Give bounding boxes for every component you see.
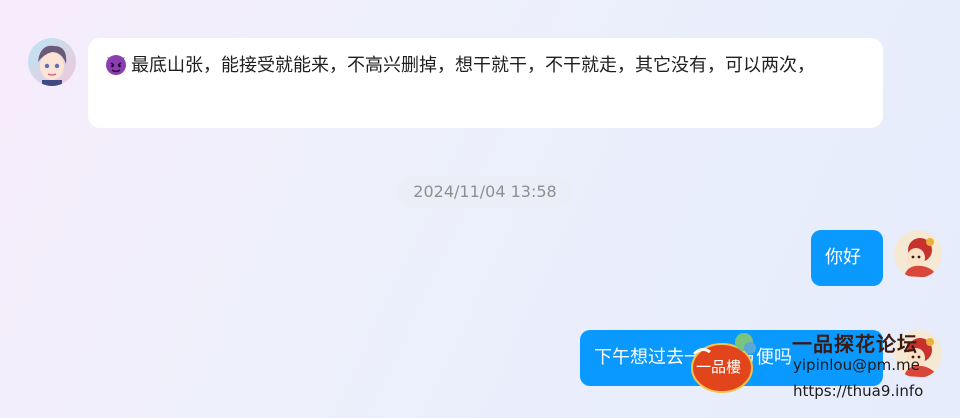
incoming-message-bubble[interactable]: 最底山张，能接受就能来，不高兴删掉，想干就干，不干就走，其它没有，可以两次， — [88, 38, 883, 128]
devil-emoji-icon — [106, 55, 126, 75]
message-timestamp: 2024/11/04 13:58 — [397, 176, 573, 208]
user-avatar[interactable] — [894, 230, 942, 278]
watermark-url: https://thua9.info — [793, 382, 924, 400]
watermark-title: 一品探花论坛 — [792, 332, 918, 356]
svg-text:一品樓: 一品樓 — [696, 358, 741, 376]
incoming-message-text: 最底山张，能接受就能来，不高兴删掉，想干就干，不干就走，其它没有，可以两次， — [131, 55, 815, 76]
outgoing-message-text: 你好 — [825, 247, 861, 268]
watermark-logo-icon: 一品樓 — [691, 333, 756, 393]
outgoing-message-bubble[interactable]: 你好 — [811, 230, 883, 286]
contact-avatar[interactable] — [28, 38, 76, 86]
watermark: 一品樓 一品探花论坛 yipinlou@pm.me https://thua9.… — [688, 328, 960, 418]
watermark-email: yipinlou@pm.me — [793, 356, 920, 374]
